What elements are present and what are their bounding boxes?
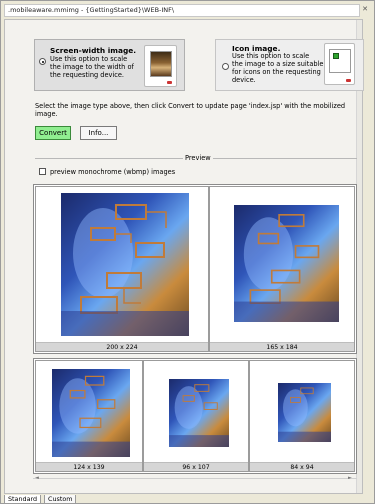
size-caption: 124 x 139 xyxy=(36,462,142,471)
info-button[interactable]: Info... xyxy=(80,126,117,140)
tab-standard[interactable]: Standard xyxy=(4,495,42,504)
preview-cell-200x224: 200 x 224 xyxy=(35,186,209,352)
phone-mona-lisa-icon xyxy=(144,45,177,87)
tab-custom[interactable]: Custom xyxy=(44,495,77,504)
icon-image-description: Use this option to scale the image to a … xyxy=(232,52,323,84)
desc-line: the requesting device. xyxy=(50,71,125,79)
close-icon[interactable]: ✕ xyxy=(362,6,368,13)
editor-tab-title[interactable]: .mobileaware.mmimg - {GettingStarted}\WE… xyxy=(4,4,360,17)
monochrome-checkbox[interactable] xyxy=(39,168,46,175)
size-caption: 200 x 224 xyxy=(36,342,208,351)
bottom-scroll-track xyxy=(33,478,357,479)
instruction-text: Select the image type above, then click … xyxy=(35,102,346,118)
desc-line: for icons on the requesting xyxy=(232,68,321,76)
desc-line: the image to the width of xyxy=(50,63,134,71)
preview-cell-96x107: 96 x 107 xyxy=(143,360,249,472)
preview-image xyxy=(52,369,130,457)
size-caption: 96 x 107 xyxy=(144,462,248,471)
scroll-left-arrow-icon[interactable]: ◄ xyxy=(35,475,39,481)
phone-icon-preview-icon xyxy=(324,43,355,85)
image-editor-panel: Screen-width image. Use this option to s… xyxy=(4,19,364,494)
size-caption: 165 x 184 xyxy=(210,342,354,351)
screen-width-title: Screen-width image. xyxy=(50,46,137,55)
preview-image xyxy=(234,205,339,322)
desc-line: the image to a size suitable xyxy=(232,60,324,68)
icon-image-radio[interactable] xyxy=(222,63,229,70)
editor-window: .mobileaware.mmimg - {GettingStarted}\WE… xyxy=(0,0,375,504)
preview-image xyxy=(278,383,331,442)
size-caption: 84 x 94 xyxy=(250,462,354,471)
desc-line: Use this option to scale xyxy=(232,52,310,60)
preview-image xyxy=(169,379,229,447)
preview-label: Preview xyxy=(183,154,213,162)
desc-line: device. xyxy=(232,76,256,84)
preview-image xyxy=(61,193,189,336)
preview-cell-124x139: 124 x 139 xyxy=(35,360,143,472)
scroll-right-arrow-icon[interactable]: ► xyxy=(348,475,352,481)
screen-width-description: Use this option to scale the image to th… xyxy=(50,55,134,79)
icon-image-option[interactable]: Icon image. Use this option to scale the… xyxy=(215,39,364,91)
screen-width-radio[interactable] xyxy=(39,58,46,65)
editor-tab-title-text: .mobileaware.mmimg - {GettingStarted}\WE… xyxy=(8,6,175,14)
desc-line: Use this option to scale xyxy=(50,55,128,63)
preview-cell-165x184: 165 x 184 xyxy=(209,186,355,352)
preview-cell-84x94: 84 x 94 xyxy=(249,360,355,472)
convert-button[interactable]: Convert xyxy=(35,126,71,140)
screen-width-option[interactable]: Screen-width image. Use this option to s… xyxy=(34,39,185,91)
monochrome-label: preview monochrome (wbmp) images xyxy=(50,168,176,176)
